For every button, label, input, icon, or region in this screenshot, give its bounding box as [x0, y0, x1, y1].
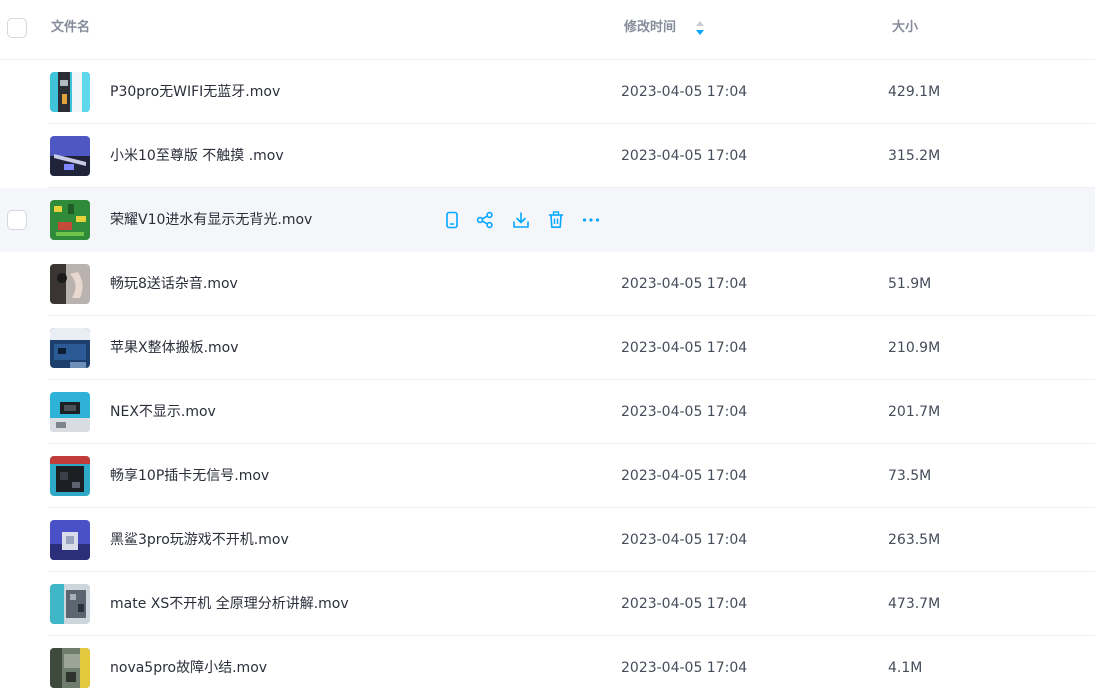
file-name[interactable]: P30pro无WIFI无蓝牙.mov	[110, 82, 280, 102]
more-icon[interactable]	[579, 208, 603, 232]
list-header: 文件名 修改时间 大小	[0, 0, 1095, 60]
file-name[interactable]: 荣耀V10进水有显示无背光.mov	[110, 210, 312, 230]
file-name[interactable]: 苹果X整体搬板.mov	[110, 338, 239, 358]
phone-icon[interactable]	[440, 208, 464, 232]
share-icon[interactable]	[473, 208, 497, 232]
file-modified-time: 2023-04-05 17:04	[621, 596, 748, 612]
file-row[interactable]: NEX不显示.mov 2023-04-05 17:04 201.7M	[0, 380, 1095, 444]
file-row[interactable]: 畅享10P插卡无信号.mov 2023-04-05 17:04 73.5M	[0, 444, 1095, 508]
file-row[interactable]: 小米10至尊版 不触摸 .mov 2023-04-05 17:04 315.2M	[0, 124, 1095, 188]
file-size: 429.1M	[888, 84, 941, 100]
file-thumbnail[interactable]	[50, 456, 90, 496]
file-size: 210.9M	[888, 340, 941, 356]
file-thumbnail[interactable]	[50, 648, 90, 688]
file-name[interactable]: 小米10至尊版 不触摸 .mov	[110, 146, 284, 166]
file-row[interactable]: 黑鲨3pro玩游戏不开机.mov 2023-04-05 17:04 263.5M	[0, 508, 1095, 572]
column-header-size[interactable]: 大小	[892, 19, 918, 37]
file-modified-time: 2023-04-05 17:04	[621, 404, 748, 420]
file-name[interactable]: 畅玩8送话杂音.mov	[110, 274, 238, 294]
file-row[interactable]: 苹果X整体搬板.mov 2023-04-05 17:04 210.9M	[0, 316, 1095, 380]
row-checkbox[interactable]	[7, 210, 27, 230]
file-name[interactable]: nova5pro故障小结.mov	[110, 658, 267, 678]
file-modified-time: 2023-04-05 17:04	[621, 340, 748, 356]
file-name[interactable]: NEX不显示.mov	[110, 402, 216, 422]
file-modified-time: 2023-04-05 17:04	[621, 468, 748, 484]
file-thumbnail[interactable]	[50, 264, 90, 304]
file-thumbnail[interactable]	[50, 72, 90, 112]
column-header-name[interactable]: 文件名	[51, 19, 90, 37]
file-size: 263.5M	[888, 532, 941, 548]
file-row[interactable]: nova5pro故障小结.mov 2023-04-05 17:04 4.1M	[0, 636, 1095, 688]
download-icon[interactable]	[509, 208, 533, 232]
file-thumbnail[interactable]	[50, 520, 90, 560]
file-name[interactable]: 畅享10P插卡无信号.mov	[110, 466, 269, 486]
file-modified-time: 2023-04-05 17:04	[621, 660, 748, 676]
file-row[interactable]: 荣耀V10进水有显示无背光.mov	[0, 188, 1095, 252]
file-rows: P30pro无WIFI无蓝牙.mov 2023-04-05 17:04 429.…	[0, 60, 1095, 688]
file-name[interactable]: 黑鲨3pro玩游戏不开机.mov	[110, 530, 289, 550]
file-thumbnail[interactable]	[50, 328, 90, 368]
file-size: 51.9M	[888, 276, 932, 292]
file-size: 73.5M	[888, 468, 932, 484]
select-all-checkbox[interactable]	[7, 18, 27, 38]
file-row[interactable]: mate XS不开机 全原理分析讲解.mov 2023-04-05 17:04 …	[0, 572, 1095, 636]
file-modified-time: 2023-04-05 17:04	[621, 84, 748, 100]
file-name[interactable]: mate XS不开机 全原理分析讲解.mov	[110, 594, 349, 614]
file-size: 201.7M	[888, 404, 941, 420]
file-thumbnail[interactable]	[50, 136, 90, 176]
file-thumbnail[interactable]	[50, 584, 90, 624]
file-row[interactable]: 畅玩8送话杂音.mov 2023-04-05 17:04 51.9M	[0, 252, 1095, 316]
column-header-time[interactable]: 修改时间	[624, 19, 676, 37]
file-size: 315.2M	[888, 148, 941, 164]
file-modified-time: 2023-04-05 17:04	[621, 276, 748, 292]
delete-icon[interactable]	[544, 208, 568, 232]
file-modified-time: 2023-04-05 17:04	[621, 148, 748, 164]
sort-icon[interactable]	[695, 20, 705, 36]
file-thumbnail[interactable]	[50, 200, 90, 240]
file-row[interactable]: P30pro无WIFI无蓝牙.mov 2023-04-05 17:04 429.…	[0, 60, 1095, 124]
file-size: 4.1M	[888, 660, 923, 676]
file-modified-time: 2023-04-05 17:04	[621, 532, 748, 548]
file-list: 文件名 修改时间 大小 P30pro无WIFI无蓝牙.mov 2023-04-0…	[0, 0, 1095, 688]
file-thumbnail[interactable]	[50, 392, 90, 432]
file-size: 473.7M	[888, 596, 941, 612]
